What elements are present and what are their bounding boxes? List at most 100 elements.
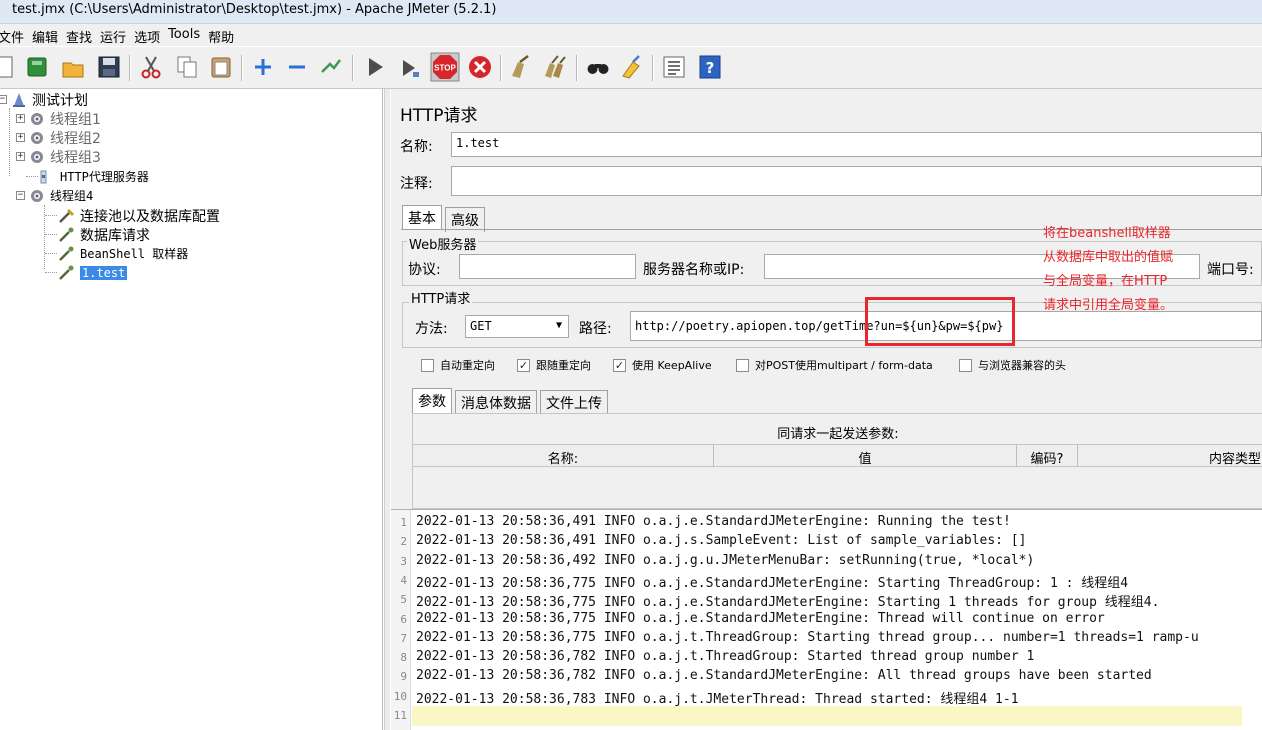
tree-item-label: 线程组3 xyxy=(50,149,101,166)
log-viewer[interactable]: 1 2022-01-13 20:58:36,491 INFO o.a.j.e.St… xyxy=(391,509,1262,730)
templates-icon[interactable] xyxy=(24,54,50,80)
menu-edit[interactable]: 编辑 xyxy=(28,24,62,46)
log-line-number: 1 xyxy=(400,516,407,529)
split-divider[interactable] xyxy=(384,89,390,730)
panel-title: HTTP请求 xyxy=(400,106,478,126)
tree-item-thread-group-3[interactable]: + 线程组3 xyxy=(16,147,101,166)
protocol-field[interactable] xyxy=(459,254,636,279)
log-line-number: 10 xyxy=(393,689,407,703)
dropdown-arrow-icon: ▼ xyxy=(555,320,562,331)
tree-item-thread-group-4[interactable]: − 线程组4 xyxy=(16,186,93,205)
tree-item-beanshell-sampler[interactable]: BeanShell 取样器 xyxy=(58,244,188,263)
expand-icon[interactable] xyxy=(250,54,276,80)
toolbar-separator xyxy=(500,55,502,81)
shutdown-icon[interactable] xyxy=(467,54,493,80)
pipette-icon xyxy=(59,246,74,261)
keepalive-checkbox[interactable]: ✓ 使用 KeepAlive xyxy=(613,357,712,373)
menu-tools[interactable]: Tools xyxy=(164,24,204,46)
new-icon[interactable] xyxy=(0,54,18,80)
follow-redirect-checkbox[interactable]: ✓ 跟随重定向 xyxy=(517,357,591,373)
checkbox-box: ✓ xyxy=(613,358,626,372)
log-line-number: 8 xyxy=(400,651,407,665)
log-line-text: 2022-01-13 20:58:36,775 INFO o.a.j.e.Sta… xyxy=(416,575,1129,591)
proxy-icon xyxy=(40,170,47,183)
column-name[interactable]: 名称: xyxy=(413,448,713,467)
column-content-type[interactable]: 内容类型 xyxy=(1078,448,1261,467)
tree-item-test-plan[interactable]: − 测试计划 xyxy=(0,90,88,109)
start-no-pauses-icon[interactable] xyxy=(396,54,422,80)
help-icon[interactable]: ? xyxy=(697,54,723,80)
log-line-number: 9 xyxy=(400,670,407,684)
tree-item-label: 线程组4 xyxy=(50,189,94,203)
comment-label: 注释: xyxy=(400,176,433,192)
params-caption: 同请求一起发送参数: xyxy=(777,427,899,442)
tab-parameters[interactable]: 参数 xyxy=(412,388,452,413)
tree-item-http-request[interactable]: 1.test xyxy=(58,263,128,282)
help-icon-glyph: ? xyxy=(706,59,715,77)
log-line-number: 5 xyxy=(400,593,407,607)
collapse-toggle[interactable]: − xyxy=(0,95,7,104)
column-value[interactable]: 值 xyxy=(714,448,1016,467)
toolbar-separator xyxy=(241,55,243,81)
tree-item-thread-group-1[interactable]: + 线程组1 xyxy=(16,109,101,128)
menu-options[interactable]: 选项 xyxy=(130,24,164,46)
column-encode[interactable]: 编码? xyxy=(1017,448,1077,467)
method-select[interactable]: GET ▼ xyxy=(465,315,569,338)
tree-item-db-request[interactable]: 数据库请求 xyxy=(58,225,150,244)
start-icon[interactable] xyxy=(362,54,388,80)
collapse-icon[interactable] xyxy=(284,54,310,80)
tab-file-upload[interactable]: 文件上传 xyxy=(540,390,608,415)
browser-headers-checkbox[interactable]: 与浏览器兼容的头 xyxy=(959,357,1066,373)
reset-search-icon[interactable] xyxy=(619,54,645,80)
checkbox-label: 对POST使用multipart / form-data xyxy=(755,359,933,372)
menu-file[interactable]: 文件 xyxy=(0,24,28,46)
stop-icon-label: STOP xyxy=(434,64,456,73)
save-icon[interactable] xyxy=(96,54,122,80)
tab-basic[interactable]: 基本 xyxy=(402,205,442,230)
function-helper-icon[interactable] xyxy=(661,54,687,80)
auto-redirect-checkbox[interactable]: 自动重定向 xyxy=(421,357,495,373)
web-server-title: Web服务器 xyxy=(407,234,479,253)
protocol-label: 协议: xyxy=(408,262,441,278)
tree-item-label: HTTP代理服务器 xyxy=(60,170,149,184)
menu-run[interactable]: 运行 xyxy=(96,24,130,46)
tree-item-label: BeanShell 取样器 xyxy=(80,247,189,261)
multipart-checkbox[interactable]: 对POST使用multipart / form-data xyxy=(736,357,933,373)
search-icon[interactable] xyxy=(585,54,611,80)
menu-search[interactable]: 查找 xyxy=(62,24,96,46)
clear-all-icon[interactable] xyxy=(542,54,568,80)
tree-item-label: 线程组1 xyxy=(50,111,101,128)
log-line-text: 2022-01-13 20:58:36,782 INFO o.a.j.t.Thr… xyxy=(416,649,1035,665)
expand-toggle[interactable]: + xyxy=(16,152,25,161)
tree-item-http-proxy[interactable]: HTTP代理服务器 xyxy=(38,167,149,186)
tree-item-label: 线程组2 xyxy=(50,130,101,147)
method-value: GET xyxy=(470,319,492,333)
port-label: 端口号: xyxy=(1207,262,1254,278)
cut-icon[interactable] xyxy=(138,54,164,80)
test-plan-icon xyxy=(13,92,25,107)
tab-body-data[interactable]: 消息体数据 xyxy=(455,390,537,415)
tree-item-label: 1.test xyxy=(80,265,128,280)
tree-item-db-config[interactable]: 连接池以及数据库配置 xyxy=(58,206,220,225)
copy-icon[interactable] xyxy=(174,54,200,80)
open-icon[interactable] xyxy=(60,54,86,80)
checkbox-label: 使用 KeepAlive xyxy=(632,359,712,372)
pipette-icon xyxy=(59,227,74,242)
toolbar-separator xyxy=(576,55,578,81)
log-line-number: 4 xyxy=(400,573,407,587)
log-line-text: 2022-01-13 20:58:36,783 INFO o.a.j.t.JMe… xyxy=(416,691,1019,707)
expand-toggle[interactable]: + xyxy=(16,133,25,142)
tree-item-thread-group-2[interactable]: + 线程组2 xyxy=(16,128,101,147)
collapse-toggle[interactable]: − xyxy=(16,191,25,200)
toggle-icon[interactable] xyxy=(318,54,344,80)
toolbar-separator xyxy=(352,55,354,81)
stop-icon[interactable]: STOP xyxy=(430,52,460,82)
comment-field[interactable] xyxy=(451,166,1262,196)
paste-icon[interactable] xyxy=(208,54,234,80)
menu-help[interactable]: 帮助 xyxy=(204,24,238,46)
path-label: 路径: xyxy=(579,321,612,337)
clear-icon[interactable] xyxy=(508,54,534,80)
log-line-number: 2 xyxy=(400,535,407,549)
expand-toggle[interactable]: + xyxy=(16,114,25,123)
name-field[interactable]: 1.test xyxy=(451,132,1262,157)
